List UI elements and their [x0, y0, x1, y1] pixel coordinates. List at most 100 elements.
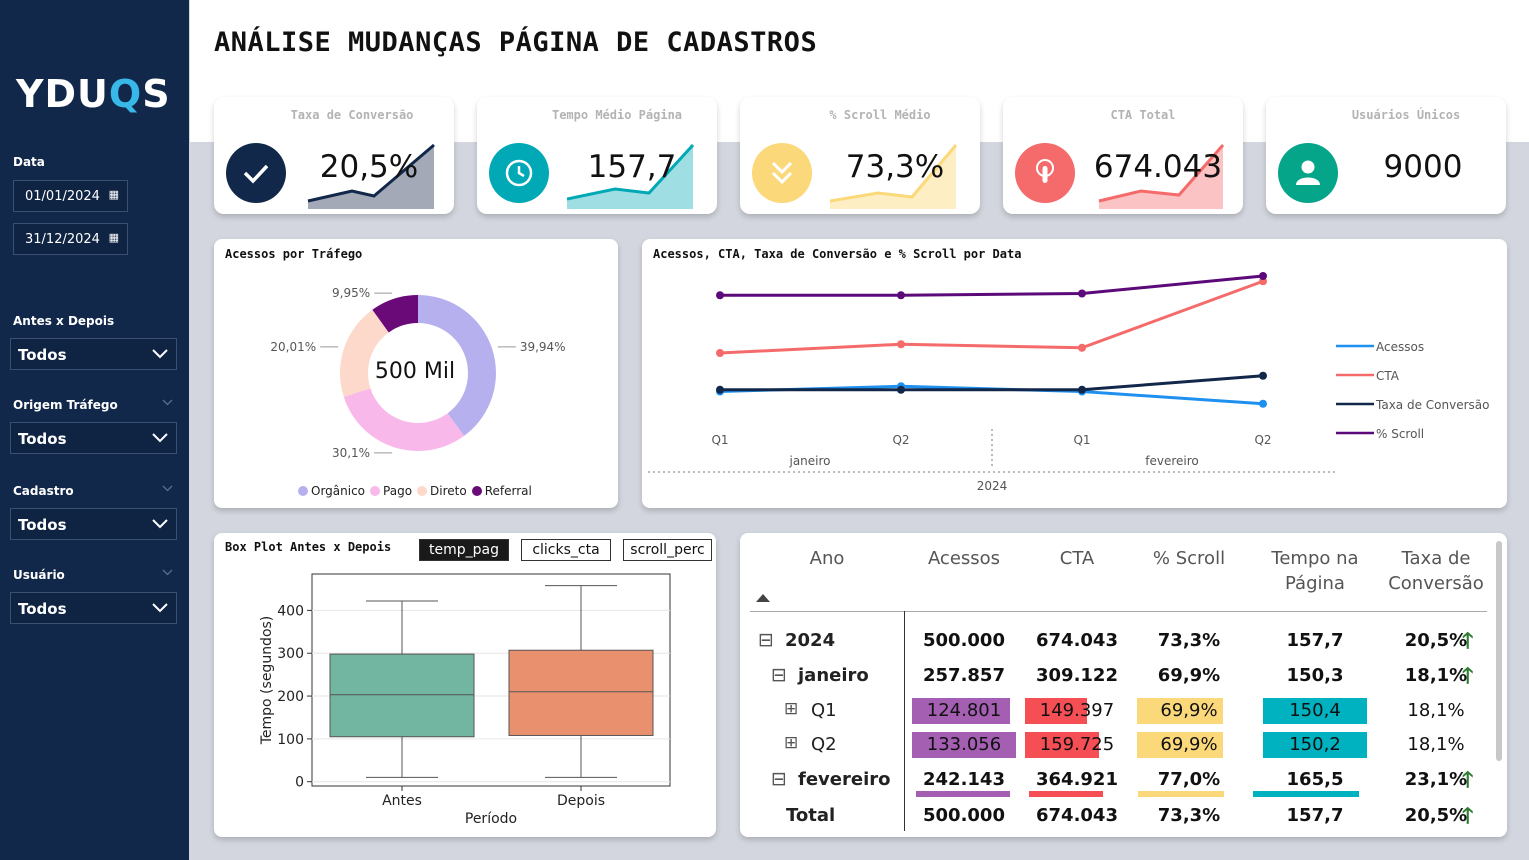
column-header[interactable]: Taxa de Conversão	[1366, 546, 1506, 596]
cell-value: 20,5%	[1404, 630, 1468, 651]
kpi-card-tempo-medio[interactable]: Tempo Médio Página 157,7	[477, 97, 717, 214]
legend-label: Orgânico	[311, 484, 366, 498]
filter-dropdown-usuario[interactable]: Todos	[10, 592, 177, 624]
cell-value: 165,5	[1286, 769, 1344, 790]
dropdown-value: Todos	[18, 516, 67, 534]
donut-chart-panel: Acessos por Tráfego 39,94% 30,1% 20,01% 9,9…	[214, 239, 618, 508]
sort-arrow-icon[interactable]	[756, 594, 770, 602]
filter-label-cadastro: Cadastro	[13, 484, 74, 498]
header-divider	[750, 611, 1487, 612]
donut-slice-label: 9,95%	[332, 286, 370, 300]
data-bar	[1253, 791, 1359, 797]
expand-collapse-icon[interactable]: ⊟	[771, 768, 787, 790]
y-tick-label: 0	[295, 775, 304, 791]
total-value: 73,3%	[1157, 805, 1221, 826]
total-label: Total	[786, 805, 836, 826]
x-axis-label: Período	[465, 811, 517, 827]
y-tick-label: 100	[277, 732, 304, 748]
cell-value: 149.397	[1039, 700, 1115, 721]
expand-collapse-icon[interactable]: ⊟	[758, 629, 774, 651]
legend-label: Acessos	[1376, 340, 1424, 354]
check-icon	[226, 143, 286, 203]
cell-value: 242.143	[923, 769, 1005, 790]
column-header[interactable]: % Scroll	[1119, 546, 1259, 571]
legend-item[interactable]: Direto	[417, 484, 467, 498]
x-tick-label: Q1	[711, 433, 728, 447]
filter-dropdown-cadastro[interactable]: Todos	[10, 508, 177, 540]
legend-item[interactable]: Pago	[370, 484, 412, 498]
y-tick-label: 200	[277, 689, 304, 705]
chevron-down-icon[interactable]	[162, 485, 173, 492]
up-arrow-icon: 🡑	[1462, 629, 1474, 654]
chevron-down-icon	[152, 519, 168, 529]
kpi-card-scroll-medio[interactable]: % Scroll Médio 73,3%	[740, 97, 980, 214]
kpi-value: 157,7	[587, 149, 677, 185]
cell-value: 77,0%	[1157, 769, 1221, 790]
total-value: 20,5%	[1404, 805, 1468, 826]
expand-collapse-icon[interactable]: ⊞	[784, 733, 798, 753]
cell-value: 69,9%	[1160, 700, 1218, 721]
filter-dropdown-antes-depois[interactable]: Todos	[10, 338, 177, 370]
row-label: Q1	[811, 700, 837, 721]
column-header-text: % Scroll	[1152, 548, 1226, 569]
matrix-panel: Ano Acessos CTA% Scroll Tempo na Página Taxa …	[740, 533, 1507, 837]
double-chevron-down-icon	[752, 143, 812, 203]
legend-label: % Scroll	[1376, 427, 1424, 441]
column-header[interactable]: Tempo na Página	[1245, 546, 1385, 596]
cell-value: 124.801	[926, 700, 1002, 721]
x-tick-label: Depois	[557, 793, 605, 809]
data-point	[716, 291, 724, 300]
touch-icon	[1015, 143, 1075, 203]
data-point	[1078, 289, 1086, 298]
cell-value: 23,1%	[1404, 769, 1468, 790]
up-arrow-icon: 🡑	[1462, 664, 1474, 689]
series-line	[719, 279, 1264, 355]
dropdown-value: Todos	[18, 600, 67, 618]
row-label: Q2	[811, 734, 837, 755]
expand-collapse-icon[interactable]: ⊞	[784, 699, 798, 719]
chevron-down-icon	[152, 433, 168, 443]
legend-item[interactable]: Referral	[471, 484, 532, 498]
kpi-label: CTA Total	[1110, 108, 1176, 122]
column-header-text: Taxa de	[1401, 548, 1471, 569]
line-chart-panel: Acessos, CTA, Taxa de Conversão e % Scro…	[642, 239, 1507, 508]
calendar-icon[interactable]: ▦	[109, 231, 119, 244]
data-point	[1078, 343, 1086, 352]
total-value: 500.000	[923, 805, 1005, 826]
date-from-input[interactable]: 01/01/2024 ▦	[13, 180, 128, 212]
kpi-label: % Scroll Médio	[829, 108, 931, 122]
cell-value: 500.000	[923, 630, 1005, 651]
up-arrow-icon: 🡑	[1462, 768, 1474, 793]
x-tick-label: Q1	[1073, 433, 1090, 447]
sidebar: YDUQS Data 01/01/2024 ▦ 31/12/2024 ▦ Antes…	[0, 0, 189, 860]
donut-center-value: 500 Mil	[374, 359, 456, 384]
legend-item[interactable]: Orgânico	[298, 484, 365, 498]
expand-collapse-icon[interactable]: ⊟	[771, 664, 787, 686]
date-to-input[interactable]: 31/12/2024 ▦	[13, 223, 128, 255]
line-chart[interactable]: Q1 Q2 Q1 Q2 janeiro fevereiro 2024 Acessos CTA Ta…	[642, 239, 1507, 508]
kpi-card-taxa-conversao[interactable]: Taxa de Conversão 20,5%	[214, 97, 454, 214]
column-header[interactable]: Ano	[757, 546, 897, 571]
cell-value: 133.056	[926, 734, 1002, 755]
calendar-icon[interactable]: ▦	[109, 188, 119, 201]
donut-slice-label: 39,94%	[520, 340, 566, 354]
x-month-label: fevereiro	[1145, 454, 1199, 468]
x-tick-label: Q2	[892, 433, 909, 447]
box-plot[interactable]: 0 100 200 300 400 Antes Depois Período Tempo (se…	[214, 533, 716, 837]
cell-value: 364.921	[1036, 769, 1118, 790]
chevron-down-icon[interactable]	[162, 569, 173, 576]
data-point	[716, 385, 724, 394]
column-header-text: Conversão	[1388, 573, 1484, 594]
kpi-card-usuarios-unicos[interactable]: Usuários Únicos 9000	[1266, 97, 1506, 214]
scrollbar[interactable]	[1496, 541, 1502, 761]
x-tick-label: Antes	[382, 793, 422, 809]
box	[508, 649, 654, 736]
row-label: janeiro	[798, 665, 869, 686]
chevron-down-icon[interactable]	[162, 399, 173, 406]
data-point	[1259, 272, 1267, 280]
x-year-label: 2024	[977, 479, 1008, 493]
x-month-label: janeiro	[788, 454, 830, 468]
cell-value: 18,1%	[1407, 734, 1465, 755]
kpi-card-cta-total[interactable]: CTA Total 674.043	[1003, 97, 1243, 214]
filter-dropdown-origem[interactable]: Todos	[10, 422, 177, 454]
